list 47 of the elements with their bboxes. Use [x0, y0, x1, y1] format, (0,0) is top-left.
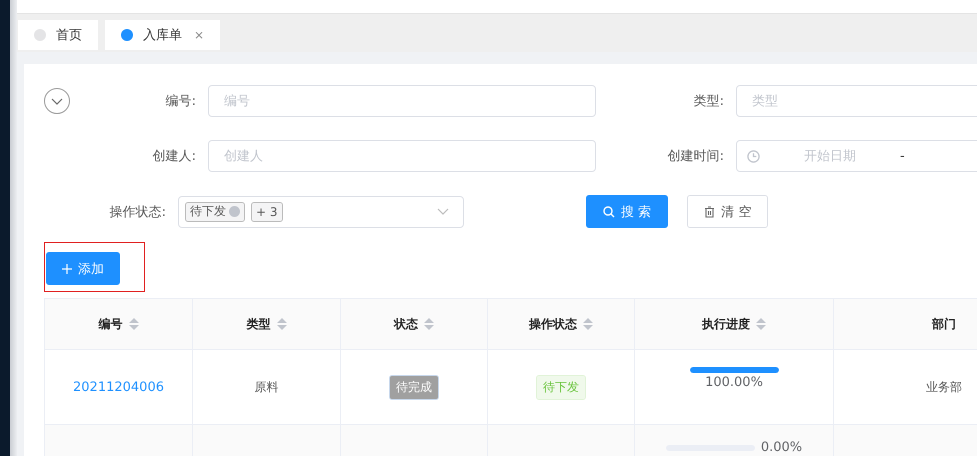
start-date-placeholder: 开始日期 — [803, 148, 857, 165]
status-tag: 待完成 — [389, 374, 439, 400]
sort-icon[interactable] — [756, 318, 766, 330]
select-tag: + 3 — [251, 202, 283, 222]
table-cell: 原料 — [254, 378, 278, 396]
page-tab[interactable]: 入库单 × — [105, 20, 220, 50]
column-title: 执行进度 — [702, 316, 750, 332]
sort-icon[interactable] — [583, 318, 593, 330]
date-range-field[interactable]: 开始日期 - — [736, 140, 977, 172]
sort-icon[interactable] — [128, 318, 138, 330]
text-field[interactable]: 编号 — [208, 85, 596, 117]
plus-icon — [62, 264, 72, 274]
tag-remove-icon[interactable] — [229, 206, 240, 217]
progress-reading: 0.00% — [760, 440, 802, 455]
field-label: 操作状态: — [108, 204, 167, 220]
column-title: 操作状态 — [529, 316, 577, 332]
column-title: 类型 — [246, 316, 270, 332]
tab-dot-icon — [121, 29, 133, 41]
column-title: 编号 — [98, 316, 122, 332]
select-tag: 待下发 — [185, 202, 245, 222]
clock-icon — [747, 150, 760, 162]
sort-icon[interactable] — [276, 318, 286, 330]
text-field[interactable]: 类型 — [736, 85, 977, 117]
column-title: 状态 — [394, 316, 418, 332]
close-icon[interactable]: × — [194, 28, 204, 42]
range-separator: - — [900, 148, 905, 164]
field-label: 创建时间: — [668, 148, 725, 165]
field-label: 编号: — [166, 93, 197, 110]
text-field[interactable]: 创建人 — [208, 140, 596, 172]
tab-label: 首页 — [56, 27, 82, 44]
sort-icon[interactable] — [424, 318, 434, 330]
tab-label: 入库单 — [143, 27, 182, 44]
progress-reading: 100.00% — [705, 375, 763, 390]
column-title: 部门 — [932, 316, 956, 332]
status-tag: 待下发 — [536, 374, 586, 400]
clear-button[interactable]: 清 空 — [687, 195, 768, 228]
page-tab[interactable]: 首页 — [18, 20, 98, 50]
collapse-toggle[interactable] — [44, 88, 70, 114]
chevron-down-icon — [51, 98, 63, 104]
search-icon — [603, 206, 615, 218]
field-label: 创建人: — [152, 148, 197, 165]
chevron-down-icon — [437, 208, 449, 215]
status-select[interactable]: 待下发 + 3 — [178, 196, 464, 228]
trash-icon — [704, 206, 716, 218]
field-label: 类型: — [694, 93, 725, 110]
table-cell: 业务部 — [926, 378, 962, 396]
tab-dot-icon — [34, 29, 46, 41]
